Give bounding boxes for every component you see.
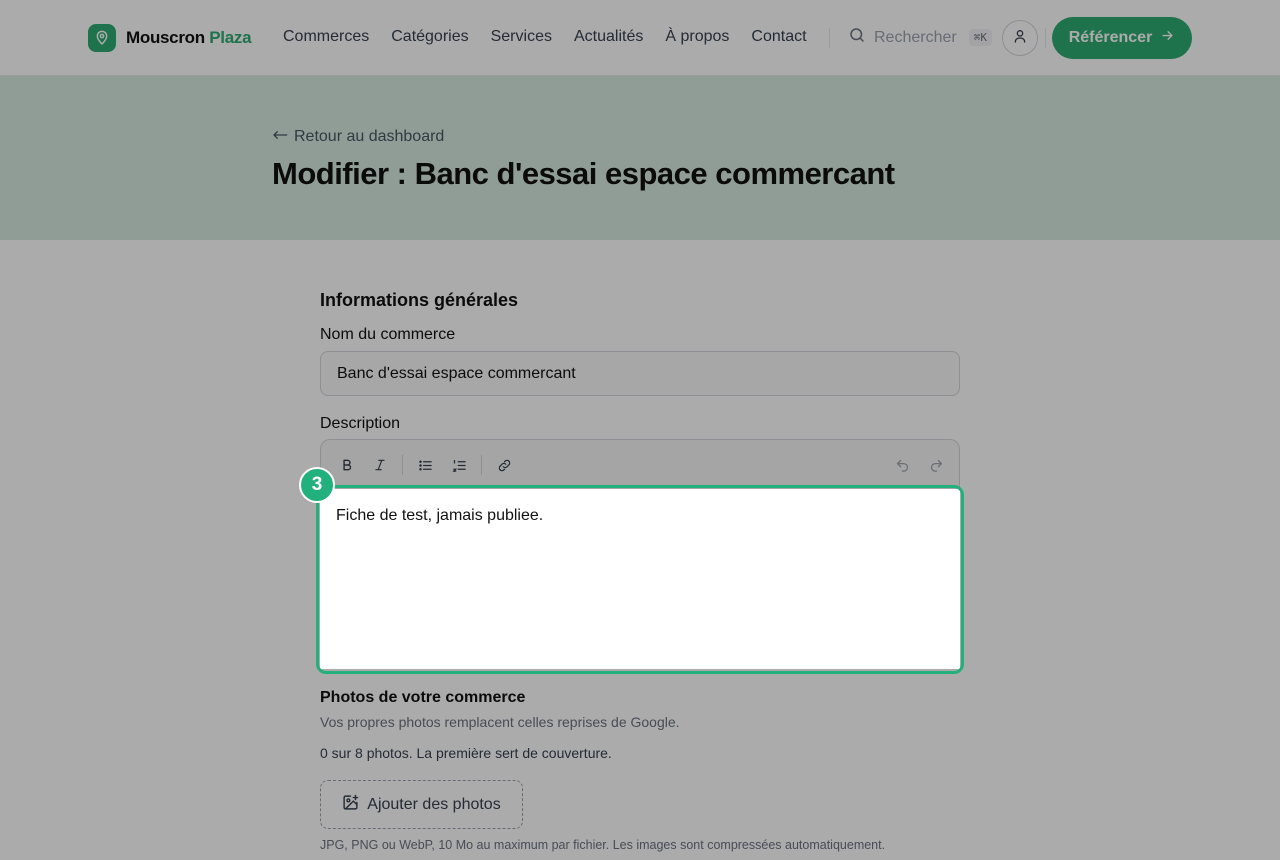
map-pin-icon <box>88 24 116 52</box>
undo-icon[interactable] <box>892 455 912 475</box>
name-label: Nom du commerce <box>320 326 456 343</box>
file-rules: JPG, PNG ou WebP, 10 Mo au maximum par f… <box>320 838 886 852</box>
name-input-value: Banc d'essai espace commercant <box>337 364 576 382</box>
toolbar-separator <box>481 455 482 475</box>
page-title: Modifier : Banc d'essai espace commercan… <box>272 156 895 191</box>
add-photos-button[interactable]: Ajouter des photos <box>320 780 523 829</box>
top-navigation: Mouscron Plaza Commerces Catégories Serv… <box>0 0 1280 76</box>
search-placeholder: Rechercher <box>874 28 957 46</box>
brand-name: Mouscron Plaza <box>126 28 252 47</box>
nav-item-actualites[interactable]: Actualités <box>574 28 643 46</box>
user-icon <box>1012 28 1028 49</box>
photos-hint: Vos propres photos remplacent celles rep… <box>320 714 680 730</box>
photos-count: 0 sur 8 photos. La première sert de couv… <box>320 745 612 761</box>
toolbar-separator <box>402 455 403 475</box>
nav-divider <box>829 28 830 48</box>
back-to-dashboard-link[interactable]: Retour au dashboard <box>272 128 444 146</box>
numbered-list-icon[interactable] <box>449 455 469 475</box>
nav-item-contact[interactable]: Contact <box>751 28 806 46</box>
link-icon[interactable] <box>494 455 514 475</box>
arrow-right-icon <box>1160 28 1175 48</box>
nav-item-services[interactable]: Services <box>491 28 552 46</box>
italic-icon[interactable] <box>370 455 390 475</box>
redo-icon[interactable] <box>926 455 946 475</box>
bold-icon[interactable] <box>337 455 357 475</box>
add-photos-label: Ajouter des photos <box>367 795 501 813</box>
description-label: Description <box>320 415 401 432</box>
nav-item-a-propos[interactable]: À propos <box>665 28 729 46</box>
referencer-label: Référencer <box>1068 29 1153 46</box>
brand-logo[interactable]: Mouscron Plaza <box>88 24 252 52</box>
referencer-button[interactable]: Référencer <box>1052 17 1192 59</box>
page-hero: Retour au dashboard Modifier : Banc d'es… <box>0 76 1280 240</box>
section-title: Informations générales <box>320 290 519 310</box>
nav-item-commerces[interactable]: Commerces <box>283 28 369 46</box>
photos-label: Photos de votre commerce <box>320 689 526 706</box>
nav-item-categories[interactable]: Catégories <box>391 28 468 46</box>
header-divider <box>1045 28 1046 48</box>
search-shortcut: ⌘K <box>968 29 992 46</box>
arrow-left-icon <box>272 128 288 146</box>
step-badge: 3 <box>299 467 335 503</box>
main-nav: Commerces Catégories Services Actualités… <box>283 28 807 46</box>
account-button[interactable] <box>1002 20 1038 56</box>
name-input[interactable]: Banc d'essai espace commercant <box>320 351 960 396</box>
bullet-list-icon[interactable] <box>415 455 435 475</box>
image-plus-icon <box>342 794 359 816</box>
focus-highlight <box>316 485 964 674</box>
search-icon <box>848 26 866 49</box>
search-trigger[interactable]: Rechercher ⌘K <box>848 26 992 49</box>
editor-toolbar <box>320 439 960 489</box>
back-link-label: Retour au dashboard <box>294 128 445 145</box>
